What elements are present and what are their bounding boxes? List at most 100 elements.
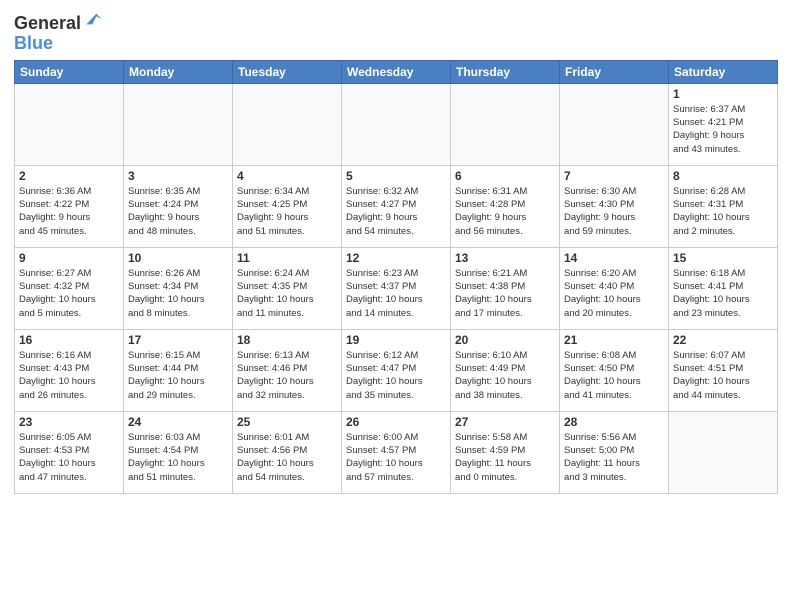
day-info: Sunrise: 5:56 AM Sunset: 5:00 PM Dayligh…	[564, 431, 664, 484]
day-number: 22	[673, 333, 773, 347]
day-number: 6	[455, 169, 555, 183]
calendar-cell: 11 Sunrise: 6:24 AM Sunset: 4:35 PM Dayli…	[233, 247, 342, 329]
day-info: Sunrise: 6:23 AM Sunset: 4:37 PM Dayligh…	[346, 267, 446, 320]
day-number: 27	[455, 415, 555, 429]
calendar-week-row: 2 Sunrise: 6:36 AM Sunset: 4:22 PM Daylig…	[15, 165, 778, 247]
day-info: Sunrise: 6:16 AM Sunset: 4:43 PM Dayligh…	[19, 349, 119, 402]
day-number: 7	[564, 169, 664, 183]
day-info: Sunrise: 6:18 AM Sunset: 4:41 PM Dayligh…	[673, 267, 773, 320]
calendar-cell: 12 Sunrise: 6:23 AM Sunset: 4:37 PM Dayli…	[342, 247, 451, 329]
day-info: Sunrise: 6:15 AM Sunset: 4:44 PM Dayligh…	[128, 349, 228, 402]
calendar-week-row: 23 Sunrise: 6:05 AM Sunset: 4:53 PM Dayli…	[15, 411, 778, 493]
day-info: Sunrise: 6:21 AM Sunset: 4:38 PM Dayligh…	[455, 267, 555, 320]
calendar-cell: 10 Sunrise: 6:26 AM Sunset: 4:34 PM Dayli…	[124, 247, 233, 329]
day-number: 24	[128, 415, 228, 429]
day-info: Sunrise: 6:30 AM Sunset: 4:30 PM Dayligh…	[564, 185, 664, 238]
calendar-header-row: SundayMondayTuesdayWednesdayThursdayFrid…	[15, 60, 778, 83]
day-number: 8	[673, 169, 773, 183]
day-number: 19	[346, 333, 446, 347]
day-info: Sunrise: 6:34 AM Sunset: 4:25 PM Dayligh…	[237, 185, 337, 238]
day-info: Sunrise: 6:32 AM Sunset: 4:27 PM Dayligh…	[346, 185, 446, 238]
calendar-cell: 25Sunrise: 6:01 AM Sunset: 4:56 PM Dayli…	[233, 411, 342, 493]
calendar-cell: 15 Sunrise: 6:18 AM Sunset: 4:41 PM Dayli…	[669, 247, 778, 329]
weekday-header: Thursday	[451, 60, 560, 83]
logo-icon	[83, 9, 103, 29]
calendar-cell: 7 Sunrise: 6:30 AM Sunset: 4:30 PM Daylig…	[560, 165, 669, 247]
calendar-cell	[342, 83, 451, 165]
calendar-cell: 9Sunrise: 6:27 AM Sunset: 4:32 PM Daylig…	[15, 247, 124, 329]
day-info: Sunrise: 6:28 AM Sunset: 4:31 PM Dayligh…	[673, 185, 773, 238]
day-info: Sunrise: 6:27 AM Sunset: 4:32 PM Dayligh…	[19, 267, 119, 320]
day-info: Sunrise: 6:10 AM Sunset: 4:49 PM Dayligh…	[455, 349, 555, 402]
calendar-week-row: 16 Sunrise: 6:16 AM Sunset: 4:43 PM Dayli…	[15, 329, 778, 411]
weekday-header: Monday	[124, 60, 233, 83]
page-container: General Blue SundayMondayTuesdayWednesda…	[0, 0, 792, 500]
day-number: 23	[19, 415, 119, 429]
day-info: Sunrise: 6:00 AM Sunset: 4:57 PM Dayligh…	[346, 431, 446, 484]
day-number: 2	[19, 169, 119, 183]
calendar-cell: 5 Sunrise: 6:32 AM Sunset: 4:27 PM Daylig…	[342, 165, 451, 247]
day-info: Sunrise: 6:08 AM Sunset: 4:50 PM Dayligh…	[564, 349, 664, 402]
day-number: 18	[237, 333, 337, 347]
calendar-cell	[124, 83, 233, 165]
weekday-header: Sunday	[15, 60, 124, 83]
day-number: 17	[128, 333, 228, 347]
day-number: 16	[19, 333, 119, 347]
calendar-cell	[233, 83, 342, 165]
weekday-header: Saturday	[669, 60, 778, 83]
day-info: Sunrise: 6:37 AM Sunset: 4:21 PM Dayligh…	[673, 103, 773, 156]
day-info: Sunrise: 6:35 AM Sunset: 4:24 PM Dayligh…	[128, 185, 228, 238]
calendar-cell: 24 Sunrise: 6:03 AM Sunset: 4:54 PM Dayli…	[124, 411, 233, 493]
day-number: 21	[564, 333, 664, 347]
calendar-cell: 8 Sunrise: 6:28 AM Sunset: 4:31 PM Daylig…	[669, 165, 778, 247]
calendar-cell: 18 Sunrise: 6:13 AM Sunset: 4:46 PM Dayli…	[233, 329, 342, 411]
calendar-cell	[451, 83, 560, 165]
day-info: Sunrise: 6:26 AM Sunset: 4:34 PM Dayligh…	[128, 267, 228, 320]
calendar-cell: 22 Sunrise: 6:07 AM Sunset: 4:51 PM Dayli…	[669, 329, 778, 411]
calendar-week-row: 9Sunrise: 6:27 AM Sunset: 4:32 PM Daylig…	[15, 247, 778, 329]
day-info: Sunrise: 6:12 AM Sunset: 4:47 PM Dayligh…	[346, 349, 446, 402]
weekday-header: Wednesday	[342, 60, 451, 83]
day-number: 5	[346, 169, 446, 183]
day-number: 12	[346, 251, 446, 265]
calendar-cell: 13 Sunrise: 6:21 AM Sunset: 4:38 PM Dayli…	[451, 247, 560, 329]
day-number: 10	[128, 251, 228, 265]
calendar-cell: 2 Sunrise: 6:36 AM Sunset: 4:22 PM Daylig…	[15, 165, 124, 247]
calendar-cell: 14Sunrise: 6:20 AM Sunset: 4:40 PM Dayli…	[560, 247, 669, 329]
calendar-cell: 20Sunrise: 6:10 AM Sunset: 4:49 PM Dayli…	[451, 329, 560, 411]
day-info: Sunrise: 6:07 AM Sunset: 4:51 PM Dayligh…	[673, 349, 773, 402]
day-number: 4	[237, 169, 337, 183]
day-info: Sunrise: 6:03 AM Sunset: 4:54 PM Dayligh…	[128, 431, 228, 484]
day-number: 3	[128, 169, 228, 183]
day-info: Sunrise: 6:24 AM Sunset: 4:35 PM Dayligh…	[237, 267, 337, 320]
day-info: Sunrise: 5:58 AM Sunset: 4:59 PM Dayligh…	[455, 431, 555, 484]
day-info: Sunrise: 6:13 AM Sunset: 4:46 PM Dayligh…	[237, 349, 337, 402]
day-number: 11	[237, 251, 337, 265]
logo-text: General	[14, 14, 81, 34]
calendar-cell: 27 Sunrise: 5:58 AM Sunset: 4:59 PM Dayli…	[451, 411, 560, 493]
header: General Blue	[14, 10, 778, 54]
calendar-cell	[15, 83, 124, 165]
day-info: Sunrise: 6:20 AM Sunset: 4:40 PM Dayligh…	[564, 267, 664, 320]
calendar-cell: 23 Sunrise: 6:05 AM Sunset: 4:53 PM Dayli…	[15, 411, 124, 493]
day-number: 26	[346, 415, 446, 429]
day-info: Sunrise: 6:05 AM Sunset: 4:53 PM Dayligh…	[19, 431, 119, 484]
calendar-cell: 17 Sunrise: 6:15 AM Sunset: 4:44 PM Dayli…	[124, 329, 233, 411]
day-number: 15	[673, 251, 773, 265]
day-number: 13	[455, 251, 555, 265]
calendar-cell: 28Sunrise: 5:56 AM Sunset: 5:00 PM Dayli…	[560, 411, 669, 493]
day-info: Sunrise: 6:01 AM Sunset: 4:56 PM Dayligh…	[237, 431, 337, 484]
day-info: Sunrise: 6:36 AM Sunset: 4:22 PM Dayligh…	[19, 185, 119, 238]
calendar-week-row: 1 Sunrise: 6:37 AM Sunset: 4:21 PM Daylig…	[15, 83, 778, 165]
calendar-cell: 21 Sunrise: 6:08 AM Sunset: 4:50 PM Dayli…	[560, 329, 669, 411]
calendar-cell	[669, 411, 778, 493]
day-number: 1	[673, 87, 773, 101]
logo: General Blue	[14, 14, 103, 54]
calendar-cell: 19 Sunrise: 6:12 AM Sunset: 4:47 PM Dayli…	[342, 329, 451, 411]
logo-blue: Blue	[14, 33, 53, 53]
calendar-cell: 16 Sunrise: 6:16 AM Sunset: 4:43 PM Dayli…	[15, 329, 124, 411]
calendar-cell: 4 Sunrise: 6:34 AM Sunset: 4:25 PM Daylig…	[233, 165, 342, 247]
calendar-cell: 1 Sunrise: 6:37 AM Sunset: 4:21 PM Daylig…	[669, 83, 778, 165]
calendar-cell	[560, 83, 669, 165]
weekday-header: Tuesday	[233, 60, 342, 83]
